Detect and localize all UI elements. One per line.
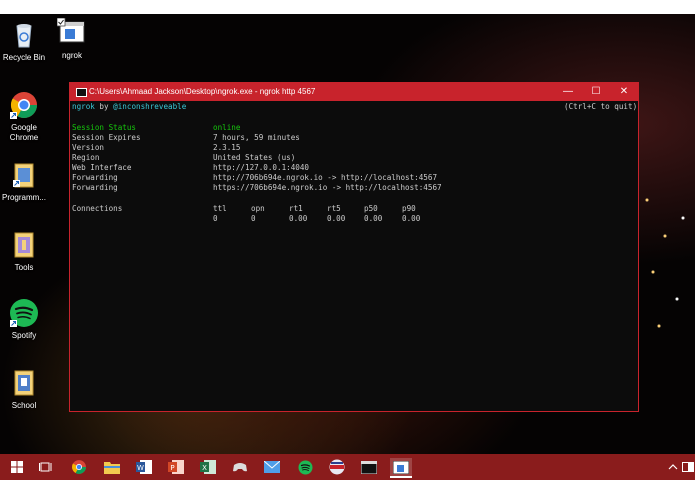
web-interface-label: Web Interface xyxy=(72,163,132,172)
browser-icon xyxy=(329,459,345,475)
ngrok-label: ngrok xyxy=(61,51,82,60)
windows-icon xyxy=(11,461,23,473)
excel-icon: X xyxy=(200,460,216,474)
header-author: @inconshreveable xyxy=(113,102,187,111)
chrome-shortcut[interactable]: Google Chrome xyxy=(0,90,52,143)
tools-label: Tools xyxy=(14,263,34,272)
wallpaper-lights xyxy=(635,164,695,344)
conn-value-opn: 0 xyxy=(251,214,256,223)
screen-bottom-border xyxy=(0,480,695,494)
close-button[interactable]: ✕ xyxy=(610,83,638,101)
programs-shortcut[interactable]: Programm... xyxy=(0,160,52,203)
header-by: by xyxy=(94,102,114,111)
school-shortcut[interactable]: School xyxy=(0,368,52,411)
chrome-label: Google Chrome xyxy=(9,123,39,142)
window-title: C:\Users\Ahmaad Jackson\Desktop\ngrok.ex… xyxy=(89,87,316,96)
taskbar-terminal[interactable] xyxy=(360,458,378,476)
powerpoint-icon: P xyxy=(168,460,184,474)
title-bar[interactable]: C:\Users\Ahmaad Jackson\Desktop\ngrok.ex… xyxy=(70,83,638,101)
terminal-output[interactable]: ngrok by @inconshreveable (Ctrl+C to qui… xyxy=(72,102,638,411)
folder-icon xyxy=(104,462,120,474)
taskbar-chrome[interactable] xyxy=(70,458,88,476)
terminal-icon xyxy=(361,460,377,474)
conn-header-opn: opn xyxy=(251,204,265,213)
recycle-bin-icon xyxy=(9,20,39,50)
word-icon: W xyxy=(136,460,152,474)
tablet-mode-button[interactable] xyxy=(679,458,695,476)
console-window-icon xyxy=(76,88,87,97)
chrome-icon xyxy=(72,460,86,474)
conn-header-p90: p90 xyxy=(402,204,416,213)
minimize-button[interactable]: — xyxy=(554,83,582,101)
taskbar-app[interactable] xyxy=(231,458,249,476)
conn-header-p50: p50 xyxy=(364,204,378,213)
taskbar-mail[interactable] xyxy=(263,458,281,476)
header-line: ngrok by @inconshreveable xyxy=(72,102,186,112)
expires-value: 7 hours, 59 minutes xyxy=(213,133,300,142)
conn-value-rt1: 0.00 xyxy=(289,214,308,223)
tablet-icon xyxy=(682,462,694,472)
svg-text:X: X xyxy=(202,464,207,472)
taskbar-powerpoint[interactable]: P xyxy=(167,458,185,476)
controller-icon xyxy=(233,463,247,472)
conn-header-rt1: rt1 xyxy=(289,204,303,213)
region-value: United States (us) xyxy=(213,153,296,162)
task-view-button[interactable] xyxy=(37,458,55,476)
spotify-label: Spotify xyxy=(11,331,37,340)
folder-icon xyxy=(9,160,39,190)
taskbar-word[interactable]: W xyxy=(135,458,153,476)
folder-icon xyxy=(9,230,39,260)
taskbar-browser[interactable] xyxy=(328,458,346,476)
maximize-button[interactable]: ☐ xyxy=(582,83,610,101)
desktop: Recycle Bin ngrok Google Chrome Programm… xyxy=(0,14,695,454)
expires-label: Session Expires xyxy=(72,133,141,142)
conn-value-ttl: 0 xyxy=(213,214,218,223)
status-label: Session Status xyxy=(72,123,137,132)
quit-hint: (Ctrl+C to quit) xyxy=(564,102,638,111)
taskbar-ngrok-console[interactable] xyxy=(390,458,412,478)
tools-shortcut[interactable]: Tools xyxy=(0,230,52,273)
spotify-shortcut[interactable]: Spotify xyxy=(0,298,52,341)
console-window[interactable]: C:\Users\Ahmaad Jackson\Desktop\ngrok.ex… xyxy=(69,82,639,412)
taskbar: W P X xyxy=(0,454,695,480)
conn-header-ttl: ttl xyxy=(213,204,227,213)
taskbar-spotify[interactable] xyxy=(296,458,314,476)
console-app-icon xyxy=(393,460,409,474)
taskbar-file-explorer[interactable] xyxy=(103,458,121,476)
version-value: 2.3.15 xyxy=(213,143,241,152)
conn-value-p90: 0.00 xyxy=(402,214,421,223)
mail-icon xyxy=(264,461,280,473)
chevron-up-icon xyxy=(668,464,678,470)
svg-text:P: P xyxy=(170,464,174,472)
header-app-name: ngrok xyxy=(72,102,95,111)
forwarding-http-label: Forwarding xyxy=(72,173,118,182)
conn-value-p50: 0.00 xyxy=(364,214,383,223)
version-label: Version xyxy=(72,143,105,152)
taskbar-excel[interactable]: X xyxy=(199,458,217,476)
start-button[interactable] xyxy=(8,458,26,476)
spotify-icon xyxy=(298,460,312,474)
conn-header-rt5: rt5 xyxy=(327,204,341,213)
forwarding-https-value: https://706b694e.ngrok.io -> http://loca… xyxy=(213,183,442,192)
svg-text:W: W xyxy=(137,464,144,472)
spotify-icon xyxy=(9,298,39,328)
forwarding-https-label: Forwarding xyxy=(72,183,118,192)
conn-value-rt5: 0.00 xyxy=(327,214,346,223)
task-view-icon xyxy=(39,462,52,472)
folder-icon xyxy=(9,368,39,398)
web-interface-value: http://127.0.0.1:4040 xyxy=(213,163,310,172)
status-value: online xyxy=(213,123,241,132)
connections-label: Connections xyxy=(72,204,123,213)
ngrok-shortcut[interactable]: ngrok xyxy=(44,17,100,61)
school-label: School xyxy=(11,401,37,410)
chrome-icon xyxy=(9,90,39,120)
programs-label: Programm... xyxy=(1,193,46,202)
forwarding-http-value: http://706b694e.ngrok.io -> http://local… xyxy=(213,173,438,182)
console-app-icon xyxy=(56,17,87,48)
region-label: Region xyxy=(72,153,100,162)
